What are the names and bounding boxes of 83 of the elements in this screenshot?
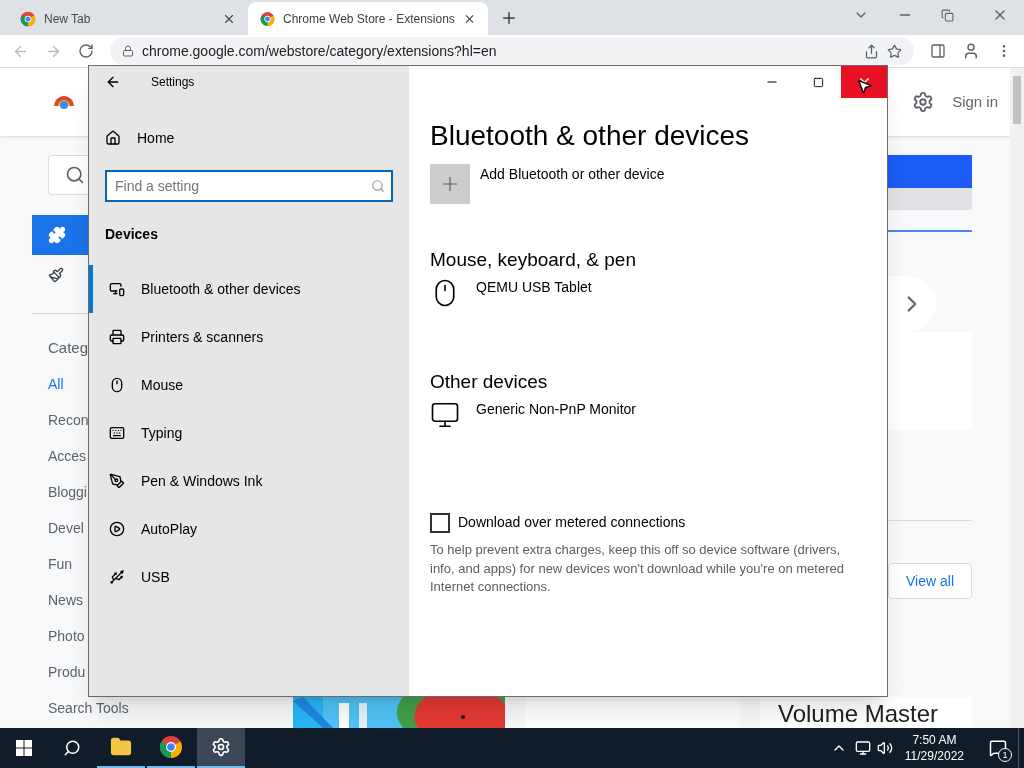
puzzle-icon — [48, 226, 66, 244]
search-icon — [65, 165, 85, 185]
volume-icon[interactable] — [876, 740, 893, 756]
checkbox-label[interactable]: Download over metered connections — [458, 512, 686, 533]
notification-button[interactable]: 1 — [978, 728, 1018, 768]
reload-icon[interactable] — [78, 43, 94, 59]
nav-item[interactable]: Pen & Windows Ink — [89, 457, 409, 505]
taskbar-app[interactable] — [197, 728, 245, 768]
store-icon — [260, 10, 275, 27]
view-all-button[interactable]: View all — [888, 563, 972, 599]
settings-icon — [211, 737, 231, 757]
sign-in-link[interactable]: Sign in — [952, 90, 998, 114]
share-icon[interactable] — [864, 43, 879, 59]
nav-item[interactable]: AutoPlay — [89, 505, 409, 553]
bookmark-icon[interactable] — [887, 43, 902, 59]
side-panel-icon[interactable] — [930, 43, 946, 59]
brush-icon[interactable] — [48, 267, 64, 283]
category-link[interactable]: Acces — [48, 446, 87, 466]
store-logo — [52, 95, 76, 109]
home-link[interactable]: Home — [137, 127, 175, 149]
network-icon[interactable] — [854, 740, 871, 756]
tab-title: New Tab — [44, 10, 92, 28]
mouse-icon — [109, 377, 125, 393]
nav-item[interactable]: Printers & scanners — [89, 313, 409, 361]
search-icon — [63, 739, 81, 757]
scrollbar[interactable] — [1010, 68, 1024, 728]
nav-item[interactable]: Typing — [89, 409, 409, 457]
back-icon[interactable] — [105, 74, 121, 90]
browser-tab[interactable]: New Tab — [8, 2, 248, 35]
search-field[interactable]: Find a setting — [105, 170, 393, 202]
maximize-icon — [812, 76, 824, 88]
search-box[interactable] — [48, 155, 88, 195]
notification-count: 1 — [998, 748, 1012, 762]
category-heading: Categ — [48, 338, 89, 358]
checkbox[interactable] — [430, 512, 450, 533]
chrome-icon — [20, 10, 36, 27]
card-title: Volume Master — [778, 700, 939, 728]
usb-icon — [109, 569, 125, 585]
play-icon — [109, 521, 125, 537]
category-link[interactable]: Recon — [48, 410, 89, 430]
new-tab-icon[interactable] — [500, 9, 518, 27]
clock[interactable]: 7:50 AM 11/29/2022 — [900, 732, 968, 764]
browser-tab[interactable]: Chrome Web Store - Extensions — [248, 2, 488, 35]
cursor-icon — [856, 78, 873, 95]
printer-icon — [109, 329, 125, 345]
category-link[interactable]: All — [48, 374, 64, 394]
settings-icon[interactable] — [912, 91, 935, 113]
monitor-icon — [430, 400, 460, 430]
extensions-nav-item[interactable] — [32, 215, 88, 255]
tab-title: Chrome Web Store - Extensions — [283, 10, 455, 28]
keyboard-icon — [109, 425, 125, 441]
url-text: chrome.google.com/webstore/category/extensions?hl=en — [142, 41, 498, 61]
group-heading: Mouse, keyboard, & pen — [430, 248, 637, 272]
category-link[interactable]: Photo — [48, 626, 85, 646]
home-icon[interactable] — [105, 130, 121, 146]
category-link[interactable]: Bloggi — [48, 482, 87, 502]
windows-icon — [16, 740, 32, 756]
search-icon — [371, 179, 385, 193]
folder-icon — [110, 736, 132, 758]
device-item[interactable]: QEMU USB Tablet — [430, 278, 887, 318]
category-link[interactable]: Devel — [48, 518, 84, 538]
page-title: Bluetooth & other devices — [430, 119, 751, 153]
category-link[interactable]: Search Tools — [48, 698, 129, 718]
profile-icon[interactable] — [962, 42, 980, 60]
add-device-label[interactable]: Add Bluetooth or other device — [480, 164, 665, 184]
nav-item[interactable]: USB — [89, 553, 409, 601]
window-title: Settings — [151, 74, 195, 91]
group-heading: Other devices — [430, 370, 549, 394]
help-text: To help prevent extra charges, keep this off so device software (drivers, info, and apps) for new devices won't download while you're on metered Internet connections. — [430, 541, 845, 596]
address-bar[interactable]: chrome.google.com/webstore/category/extensions?hl=en — [110, 37, 914, 65]
close-button[interactable] — [841, 66, 887, 98]
lock-icon — [122, 45, 134, 57]
notification-icon — [989, 739, 1007, 757]
category-link[interactable]: Fun — [48, 554, 73, 574]
restore-icon[interactable] — [941, 9, 954, 22]
devices-icon — [109, 281, 125, 297]
section-heading: Devices — [104, 225, 159, 244]
chrome-icon — [159, 735, 183, 759]
nav-item[interactable]: Mouse — [89, 361, 409, 409]
category-link[interactable]: Produ — [48, 662, 86, 682]
category-link[interactable]: News — [48, 590, 83, 610]
pen-icon — [109, 473, 125, 489]
device-item[interactable]: Generic Non-PnP Monitor — [430, 400, 887, 440]
